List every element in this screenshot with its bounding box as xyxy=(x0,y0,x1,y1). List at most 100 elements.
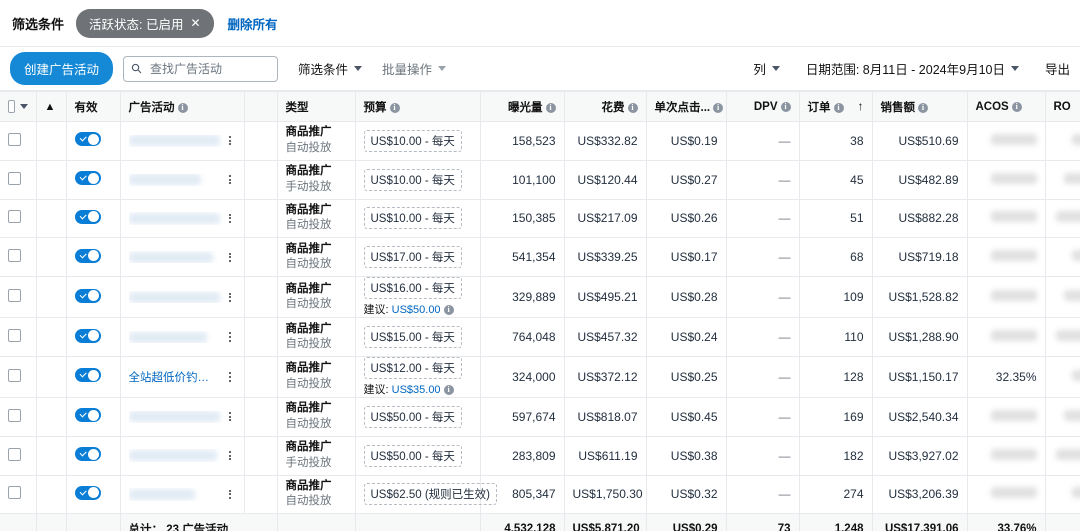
row-budget-cell[interactable]: US$50.00 - 每天 xyxy=(355,397,481,437)
campaign-name-link[interactable]: 全站超低价钓鱼-... xyxy=(129,369,220,385)
sort-ascending-icon[interactable]: ↑ xyxy=(858,99,864,113)
info-icon[interactable]: i xyxy=(389,102,400,113)
search-input[interactable] xyxy=(148,60,271,77)
col-acos[interactable]: ACOS i xyxy=(967,91,1046,122)
campaign-enabled-toggle[interactable] xyxy=(74,288,101,303)
row-budget-cell[interactable]: US$10.00 - 每天 xyxy=(355,199,481,239)
row-checkbox[interactable] xyxy=(8,171,21,185)
table-row[interactable]: 全站超低价钓鱼-... 商品推广 自动投放 US$12.00 - 每天 建议: US$3… xyxy=(0,356,1080,398)
budget-value[interactable]: US$50.00 - 每天 xyxy=(363,405,462,428)
row-active-cell[interactable] xyxy=(66,436,121,476)
row-actions-menu-icon[interactable] xyxy=(224,331,236,343)
campaign-enabled-toggle[interactable] xyxy=(74,368,101,383)
budget-value[interactable]: US$12.00 - 每天 xyxy=(363,356,462,379)
row-campaign-cell[interactable] xyxy=(120,317,245,357)
budget-value[interactable]: US$15.00 - 每天 xyxy=(363,326,462,349)
row-checkbox-cell[interactable] xyxy=(0,317,37,357)
col-sales[interactable]: 销售额 i xyxy=(872,91,968,122)
table-row[interactable]: 商品推广 手动投放 US$10.00 - 每天 101,100 US$120.44 US$… xyxy=(0,160,1080,200)
row-active-cell[interactable] xyxy=(66,160,121,200)
info-icon[interactable]: i xyxy=(627,102,638,113)
row-checkbox-cell[interactable] xyxy=(0,436,37,476)
campaigns-table-container[interactable]: ▲ 有效 广告活动 i 类型 预算 i 曝光量 i 花费 i 单次点击... i DPV i… xyxy=(0,91,1080,531)
row-actions-menu-icon[interactable] xyxy=(224,135,236,147)
row-checkbox[interactable] xyxy=(8,289,21,303)
row-checkbox-cell[interactable] xyxy=(0,276,37,319)
row-campaign-cell[interactable]: 全站超低价钓鱼-... xyxy=(120,356,245,398)
row-campaign-cell[interactable] xyxy=(120,475,245,515)
col-dpv[interactable]: DPV i xyxy=(726,91,800,122)
budget-value[interactable]: US$17.00 - 每天 xyxy=(363,246,462,269)
budget-suggestion-value[interactable]: US$35.00 xyxy=(392,384,441,396)
info-icon[interactable]: i xyxy=(177,102,188,113)
row-checkbox-cell[interactable] xyxy=(0,356,37,398)
info-icon[interactable]: i xyxy=(1011,101,1022,112)
row-budget-cell[interactable]: US$50.00 - 每天 xyxy=(355,436,481,476)
row-active-cell[interactable] xyxy=(66,356,121,398)
bulk-actions-dropdown[interactable]: 批量操作 xyxy=(382,59,447,78)
row-checkbox-cell[interactable] xyxy=(0,397,37,437)
row-budget-cell[interactable]: US$10.00 - 每天 xyxy=(355,121,481,161)
table-row[interactable]: 商品推广 自动投放 US$10.00 - 每天 150,385 US$217.09 US$… xyxy=(0,199,1080,239)
clear-all-filters-link[interactable]: 删除所有 xyxy=(228,14,278,33)
row-active-cell[interactable] xyxy=(66,121,121,161)
campaign-enabled-toggle[interactable] xyxy=(74,408,101,423)
search-campaign-box[interactable] xyxy=(123,55,279,82)
row-budget-cell[interactable]: US$10.00 - 每天 xyxy=(355,160,481,200)
export-button[interactable]: 导出 xyxy=(1045,59,1070,78)
row-campaign-cell[interactable] xyxy=(120,199,245,239)
info-icon[interactable]: i xyxy=(443,305,454,316)
table-row[interactable]: 商品推广 自动投放 US$62.50 (规则已生效) 805,347 US$1,750.… xyxy=(0,475,1080,515)
row-checkbox-cell[interactable] xyxy=(0,121,37,161)
row-checkbox-cell[interactable] xyxy=(0,199,37,239)
campaign-enabled-toggle[interactable] xyxy=(74,447,101,462)
row-campaign-cell[interactable] xyxy=(120,121,245,161)
col-spend[interactable]: 花费 i xyxy=(564,91,647,122)
row-actions-menu-icon[interactable] xyxy=(224,251,236,263)
row-actions-menu-icon[interactable] xyxy=(224,291,236,303)
row-checkbox[interactable] xyxy=(8,368,21,382)
row-checkbox[interactable] xyxy=(8,249,21,263)
row-active-cell[interactable] xyxy=(66,475,121,515)
budget-value[interactable]: US$10.00 - 每天 xyxy=(363,207,462,230)
chevron-down-icon[interactable] xyxy=(19,104,28,109)
row-campaign-cell[interactable] xyxy=(120,160,245,200)
info-icon[interactable]: i xyxy=(780,101,791,112)
info-icon[interactable]: i xyxy=(833,102,844,113)
info-icon[interactable]: i xyxy=(713,102,724,113)
campaign-enabled-toggle[interactable] xyxy=(74,328,101,343)
row-budget-cell[interactable]: US$62.50 (规则已生效) xyxy=(355,475,498,515)
budget-value[interactable]: US$50.00 - 每天 xyxy=(363,444,462,467)
row-actions-menu-icon[interactable] xyxy=(224,488,236,500)
row-budget-cell[interactable]: US$12.00 - 每天 建议: US$35.00 i xyxy=(355,356,481,398)
row-campaign-cell[interactable] xyxy=(120,237,245,278)
row-checkbox[interactable] xyxy=(8,210,21,224)
row-actions-menu-icon[interactable] xyxy=(224,212,236,224)
col-type[interactable]: 类型 xyxy=(277,91,356,122)
filters-dropdown[interactable]: 筛选条件 xyxy=(298,59,363,78)
row-checkbox[interactable] xyxy=(8,408,21,422)
row-actions-menu-icon[interactable] xyxy=(224,449,236,461)
table-row[interactable]: 商品推广 手动投放 US$50.00 - 每天 283,809 US$611.19 US$… xyxy=(0,436,1080,476)
row-active-cell[interactable] xyxy=(66,317,121,357)
col-select-all[interactable] xyxy=(0,91,37,122)
columns-dropdown[interactable]: 列 xyxy=(753,59,780,78)
table-row[interactable]: 商品推广 自动投放 US$16.00 - 每天 建议: US$50.00 i 329,88… xyxy=(0,276,1080,319)
col-campaign[interactable]: 广告活动 i xyxy=(120,91,245,122)
info-icon[interactable]: i xyxy=(545,102,556,113)
info-icon[interactable]: i xyxy=(443,384,454,395)
close-icon[interactable]: ✕ xyxy=(190,17,200,29)
row-checkbox[interactable] xyxy=(8,486,21,500)
col-active[interactable]: 有效 xyxy=(66,91,121,122)
row-campaign-cell[interactable] xyxy=(120,397,245,437)
date-range-dropdown[interactable]: 日期范围: 8月11日 - 2024年9月10日 xyxy=(806,59,1019,78)
row-checkbox-cell[interactable] xyxy=(0,475,37,515)
budget-value[interactable]: US$16.00 - 每天 xyxy=(363,277,462,300)
row-actions-menu-icon[interactable] xyxy=(224,411,236,423)
row-checkbox[interactable] xyxy=(8,132,21,146)
campaign-enabled-toggle[interactable] xyxy=(74,248,101,263)
col-orders[interactable]: 订单 i ↑ xyxy=(799,91,873,122)
table-row[interactable]: 商品推广 自动投放 US$50.00 - 每天 597,674 US$818.07 US$… xyxy=(0,397,1080,437)
row-budget-cell[interactable]: US$16.00 - 每天 建议: US$50.00 i xyxy=(355,276,481,319)
table-row[interactable]: 商品推广 自动投放 US$17.00 - 每天 541,354 US$339.25 US$… xyxy=(0,237,1080,278)
